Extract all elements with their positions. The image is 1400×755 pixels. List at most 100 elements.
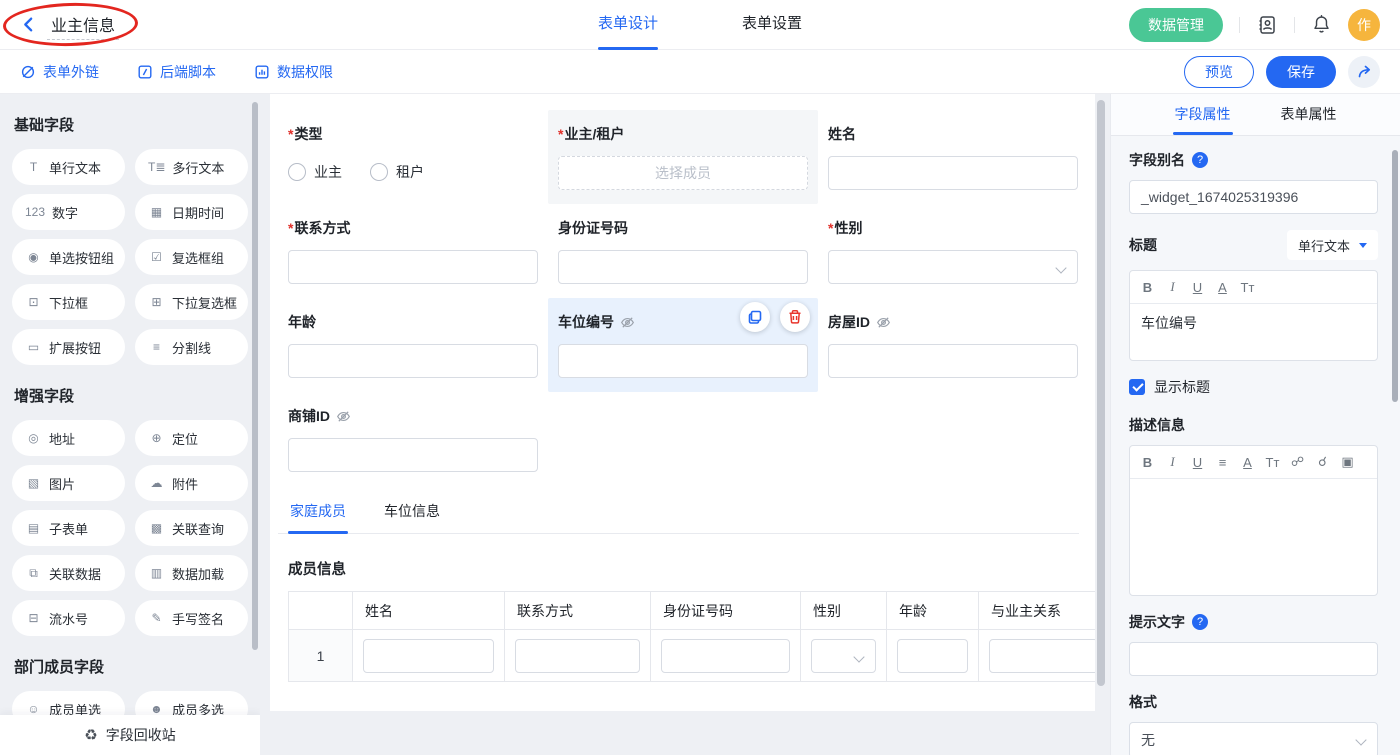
notification-bell-icon[interactable] — [1311, 14, 1332, 35]
sidebar-field-item[interactable]: ⧉ 关联数据 — [12, 555, 125, 591]
field-id-number[interactable]: 身份证号码 — [548, 204, 818, 298]
editor-tool-button[interactable]: B — [1135, 280, 1160, 295]
sidebar-field-item[interactable]: ⊟ 流水号 — [12, 600, 125, 636]
sidebar-field-item[interactable]: ☑ 复选框组 — [135, 239, 248, 275]
canvas-scrollbar[interactable] — [1097, 100, 1105, 686]
editor-tool-button[interactable]: ☍ — [1285, 454, 1310, 470]
editor-tool-button[interactable]: A — [1235, 455, 1260, 470]
sidebar-field-item[interactable]: ▥ 数据加载 — [135, 555, 248, 591]
field-shop-id[interactable]: 商铺ID — [278, 392, 548, 486]
sidebar-field-item[interactable]: ▭ 扩展按钮 — [12, 329, 125, 365]
backend-script-button[interactable]: 后端脚本 — [137, 62, 216, 82]
tab-parking-info[interactable]: 车位信息 — [382, 492, 442, 533]
sidebar-field-item[interactable]: ⊕ 定位 — [135, 420, 248, 456]
data-permission-button[interactable]: 数据权限 — [254, 62, 333, 82]
sidebar-field-item[interactable]: ◉ 单选按钮组 — [12, 239, 125, 275]
panel-scrollbar[interactable] — [1392, 150, 1398, 402]
sidebar-field-item[interactable]: ▩ 关联查询 — [135, 510, 248, 546]
help-icon[interactable]: ? — [1192, 614, 1208, 630]
text-input[interactable] — [558, 250, 808, 284]
sidebar-field-item[interactable]: ⊞ 下拉复选框 — [135, 284, 248, 320]
show-title-toggle[interactable]: 显示标题 — [1129, 377, 1378, 397]
sidebar-field-item[interactable]: ▦ 日期时间 — [135, 194, 248, 230]
col-header-gender: 性别 — [801, 592, 887, 630]
sidebar-field-item[interactable]: ✎ 手写签名 — [135, 600, 248, 636]
share-button[interactable] — [1348, 56, 1380, 88]
field-house-id[interactable]: 房屋ID — [818, 298, 1088, 392]
editor-tool-button[interactable]: I — [1160, 279, 1185, 295]
text-input[interactable] — [288, 250, 538, 284]
tab-form-settings[interactable]: 表单设置 — [742, 0, 802, 50]
text-input[interactable] — [288, 438, 538, 472]
external-link-button[interactable]: 表单外链 — [20, 62, 99, 82]
field-age[interactable]: 年龄 — [278, 298, 548, 392]
text-input[interactable] — [558, 344, 808, 378]
sidebar-field-item[interactable]: ⊡ 下拉框 — [12, 284, 125, 320]
sidebar-field-item[interactable]: 123 数字 — [12, 194, 125, 230]
field-parking-no-selected[interactable]: 车位编号 — [548, 298, 818, 392]
sidebar-field-item[interactable]: T 单行文本 — [12, 149, 125, 185]
alias-input[interactable]: _widget_1674025319396 — [1129, 180, 1378, 214]
back-chevron-icon[interactable] — [20, 16, 37, 33]
radio-tenant[interactable]: 租户 — [370, 162, 424, 182]
description-editor-content[interactable] — [1130, 479, 1377, 595]
help-icon[interactable]: ? — [1192, 152, 1208, 168]
editor-tool-button[interactable]: ≡ — [1210, 455, 1235, 470]
field-owner-tenant[interactable]: 业主/租户 选择成员 — [548, 110, 818, 204]
format-value: 无 — [1141, 730, 1155, 750]
field-type[interactable]: 类型 业主 租户 — [278, 110, 548, 204]
field-contact[interactable]: 联系方式 — [278, 204, 548, 298]
field-recycle-bin[interactable]: ♻ 字段回收站 — [0, 715, 260, 755]
sidebar-field-item[interactable]: ▤ 子表单 — [12, 510, 125, 546]
widget-type-dropdown[interactable]: 单行文本 — [1287, 230, 1378, 260]
cell-input-id-number[interactable] — [661, 639, 790, 673]
cell-input-age[interactable] — [897, 639, 968, 673]
editor-tool-button[interactable]: U — [1185, 455, 1210, 470]
sidebar-field-item[interactable]: ≡ 分割线 — [135, 329, 248, 365]
editor-tool-button[interactable]: ▣ — [1335, 454, 1360, 470]
copy-field-button[interactable] — [740, 302, 770, 332]
user-avatar[interactable]: 作 — [1348, 9, 1380, 41]
title-editor-content[interactable]: 车位编号 — [1130, 304, 1377, 360]
text-input[interactable] — [288, 344, 538, 378]
editor-tool-button[interactable]: Tᴛ — [1235, 280, 1260, 295]
tab-family-members[interactable]: 家庭成员 — [288, 492, 348, 533]
preview-button[interactable]: 预览 — [1184, 56, 1254, 88]
sidebar-field-item[interactable]: ▧ 图片 — [12, 465, 125, 501]
editor-tool-button[interactable]: Tᴛ — [1260, 455, 1285, 470]
sidebar-scrollbar[interactable] — [252, 102, 258, 650]
editor-tool-button[interactable]: B — [1135, 455, 1160, 470]
editor-tool-button[interactable]: I — [1160, 454, 1185, 470]
cell-input-name[interactable] — [363, 639, 494, 673]
field-name[interactable]: 姓名 — [818, 110, 1088, 204]
sidebar-field-item[interactable]: T≣ 多行文本 — [135, 149, 248, 185]
save-button[interactable]: 保存 — [1266, 56, 1336, 88]
radio-owner[interactable]: 业主 — [288, 162, 342, 182]
form-card: 类型 业主 租户 业主/租户 选择成员 姓名 联系方式 — [270, 94, 1095, 711]
sidebar-field-item[interactable]: ◎ 地址 — [12, 420, 125, 456]
cell-input-relation[interactable] — [989, 639, 1095, 673]
select-member-button[interactable]: 选择成员 — [558, 156, 808, 190]
tab-form-design[interactable]: 表单设计 — [598, 0, 658, 50]
back-navigation[interactable]: 业主信息 — [20, 10, 119, 40]
gender-select[interactable] — [828, 250, 1078, 284]
contacts-book-icon[interactable] — [1256, 14, 1278, 36]
cell-select-gender[interactable] — [811, 639, 876, 673]
checkbox-checked-icon[interactable] — [1129, 379, 1145, 395]
field-gender[interactable]: 性别 — [818, 204, 1088, 298]
description-editor-toolbar: BIU≡ATᴛ☍☌▣ — [1130, 446, 1377, 479]
form-title[interactable]: 业主信息 — [47, 10, 119, 40]
cell-input-contact[interactable] — [515, 639, 640, 673]
sidebar-field-item[interactable]: ☁ 附件 — [135, 465, 248, 501]
delete-field-button[interactable] — [780, 302, 810, 332]
editor-tool-button[interactable]: A — [1210, 280, 1235, 295]
tab-field-properties[interactable]: 字段属性 — [1175, 94, 1231, 135]
text-input[interactable] — [828, 344, 1078, 378]
editor-tool-button[interactable]: ☌ — [1310, 454, 1335, 470]
data-manage-button[interactable]: 数据管理 — [1129, 8, 1223, 42]
editor-tool-button[interactable]: U — [1185, 280, 1210, 295]
hint-input[interactable] — [1129, 642, 1378, 676]
tab-form-properties[interactable]: 表单属性 — [1281, 94, 1337, 135]
text-input[interactable] — [828, 156, 1078, 190]
format-select[interactable]: 无 — [1129, 722, 1378, 755]
